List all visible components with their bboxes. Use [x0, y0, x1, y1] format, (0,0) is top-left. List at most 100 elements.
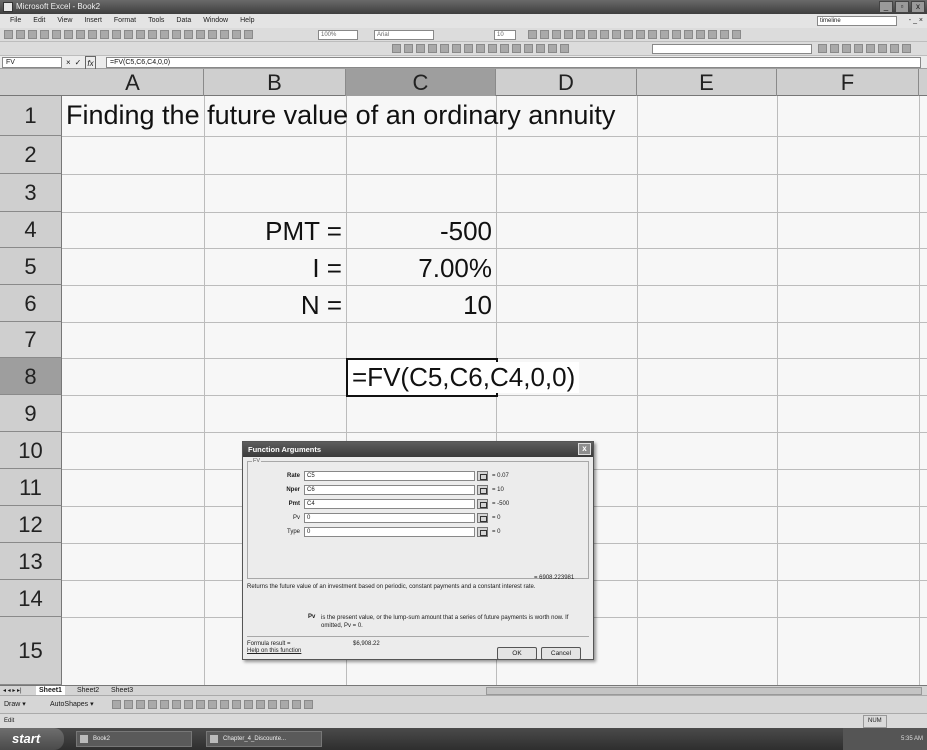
zoom-select[interactable]: 100% — [318, 30, 358, 40]
percent-icon[interactable] — [624, 30, 633, 39]
decrease-decimal-icon[interactable] — [672, 30, 681, 39]
cell-c8-formula[interactable]: =FV(C5,C6,C4,0,0) — [352, 362, 580, 393]
arrow-style-icon[interactable] — [280, 700, 289, 709]
review-icon-5[interactable] — [440, 44, 449, 53]
merge-center-icon[interactable] — [600, 30, 609, 39]
close-window-button[interactable]: x — [911, 1, 925, 13]
email-icon[interactable] — [52, 30, 61, 39]
start-button[interactable]: start — [0, 728, 64, 750]
review-icon-6[interactable] — [452, 44, 461, 53]
italic-icon[interactable] — [540, 30, 549, 39]
extra-toolbar-icons[interactable] — [818, 44, 911, 54]
extra-icon-5[interactable] — [866, 44, 875, 53]
review-icon-3[interactable] — [416, 44, 425, 53]
name-box[interactable]: FV — [2, 57, 62, 68]
review-icon-4[interactable] — [428, 44, 437, 53]
collapse-dialog-icon[interactable] — [477, 513, 488, 523]
line-tool-icon[interactable] — [112, 700, 121, 709]
toolbar-combo[interactable] — [652, 44, 812, 54]
comma-style-icon[interactable] — [636, 30, 645, 39]
dialog-title-bar[interactable]: Function Arguments x — [243, 442, 593, 457]
research-icon[interactable] — [100, 30, 109, 39]
undo-icon[interactable] — [160, 30, 169, 39]
row-header-2[interactable]: 2 — [0, 136, 62, 174]
extra-icon-7[interactable] — [890, 44, 899, 53]
row-header-15[interactable]: 15 — [0, 617, 62, 685]
reviewing-toolbar-icons[interactable] — [392, 44, 569, 54]
row-header-4[interactable]: 4 — [0, 212, 62, 248]
dialog-close-icon[interactable]: x — [578, 443, 591, 455]
menu-window[interactable]: Window — [197, 14, 234, 28]
menu-view[interactable]: View — [51, 14, 78, 28]
3d-style-icon[interactable] — [304, 700, 313, 709]
autosum-icon[interactable] — [196, 30, 205, 39]
collapse-dialog-icon[interactable] — [477, 527, 488, 537]
extra-icon-4[interactable] — [854, 44, 863, 53]
align-right-icon[interactable] — [588, 30, 597, 39]
drawing-tool-icons[interactable] — [112, 700, 313, 710]
standard-toolbar-icons[interactable] — [4, 30, 253, 40]
cut-icon[interactable] — [112, 30, 121, 39]
formatting-toolbar-icons[interactable] — [528, 30, 741, 40]
drawing-icon[interactable] — [244, 30, 253, 39]
collapse-dialog-icon[interactable] — [477, 485, 488, 495]
review-icon-12[interactable] — [524, 44, 533, 53]
dash-style-icon[interactable] — [268, 700, 277, 709]
row-header-9[interactable]: 9 — [0, 395, 62, 432]
extra-icon-2[interactable] — [830, 44, 839, 53]
row-header-1[interactable]: 1 — [0, 96, 62, 136]
save-icon[interactable] — [28, 30, 37, 39]
review-icon-14[interactable] — [548, 44, 557, 53]
menu-edit[interactable]: Edit — [27, 14, 51, 28]
review-icon-13[interactable] — [536, 44, 545, 53]
row-header-3[interactable]: 3 — [0, 174, 62, 212]
ok-button[interactable]: OK — [497, 647, 537, 660]
row-header-13[interactable]: 13 — [0, 543, 62, 580]
font-name-select[interactable]: Arial — [374, 30, 434, 40]
format-painter-icon[interactable] — [148, 30, 157, 39]
row-header-12[interactable]: 12 — [0, 506, 62, 543]
chart-wizard-icon[interactable] — [232, 30, 241, 39]
minimize-button[interactable]: _ — [879, 1, 893, 13]
picture-tool-icon[interactable] — [208, 700, 217, 709]
menu-format[interactable]: Format — [108, 14, 142, 28]
rectangle-tool-icon[interactable] — [136, 700, 145, 709]
clipart-tool-icon[interactable] — [196, 700, 205, 709]
collapse-dialog-icon[interactable] — [477, 499, 488, 509]
column-header-e[interactable]: E — [637, 69, 777, 96]
underline-icon[interactable] — [552, 30, 561, 39]
hyperlink-icon[interactable] — [184, 30, 193, 39]
column-header-f[interactable]: F — [777, 69, 919, 96]
column-header-c[interactable]: C — [346, 69, 496, 96]
euro-icon[interactable] — [648, 30, 657, 39]
document-controls[interactable]: - _ × — [909, 14, 923, 28]
menu-help[interactable]: Help — [234, 14, 260, 28]
review-icon-9[interactable] — [488, 44, 497, 53]
cancel-button[interactable]: Cancel — [541, 647, 581, 660]
align-left-icon[interactable] — [564, 30, 573, 39]
review-icon-8[interactable] — [476, 44, 485, 53]
oval-tool-icon[interactable] — [148, 700, 157, 709]
currency-icon[interactable] — [612, 30, 621, 39]
wordart-tool-icon[interactable] — [172, 700, 181, 709]
formula-input[interactable]: =FV(C5,C6,C4,0,0) — [106, 57, 921, 68]
review-icon-15[interactable] — [560, 44, 569, 53]
redo-icon[interactable] — [172, 30, 181, 39]
row-header-5[interactable]: 5 — [0, 248, 62, 285]
sort-ascending-icon[interactable] — [208, 30, 217, 39]
collapse-dialog-icon[interactable] — [477, 471, 488, 481]
sort-descending-icon[interactable] — [220, 30, 229, 39]
menu-file[interactable]: File — [4, 14, 27, 28]
fill-color-icon[interactable] — [720, 30, 729, 39]
print-icon[interactable] — [64, 30, 73, 39]
line-color-icon[interactable] — [232, 700, 241, 709]
row-header-14[interactable]: 14 — [0, 580, 62, 617]
paste-icon[interactable] — [136, 30, 145, 39]
extra-icon-3[interactable] — [842, 44, 851, 53]
open-icon[interactable] — [16, 30, 25, 39]
row-header-11[interactable]: 11 — [0, 469, 62, 506]
taskbar-item-book2[interactable]: Book2 — [76, 731, 192, 747]
borders-icon[interactable] — [708, 30, 717, 39]
row-header-8[interactable]: 8 — [0, 358, 62, 395]
bold-icon[interactable] — [528, 30, 537, 39]
